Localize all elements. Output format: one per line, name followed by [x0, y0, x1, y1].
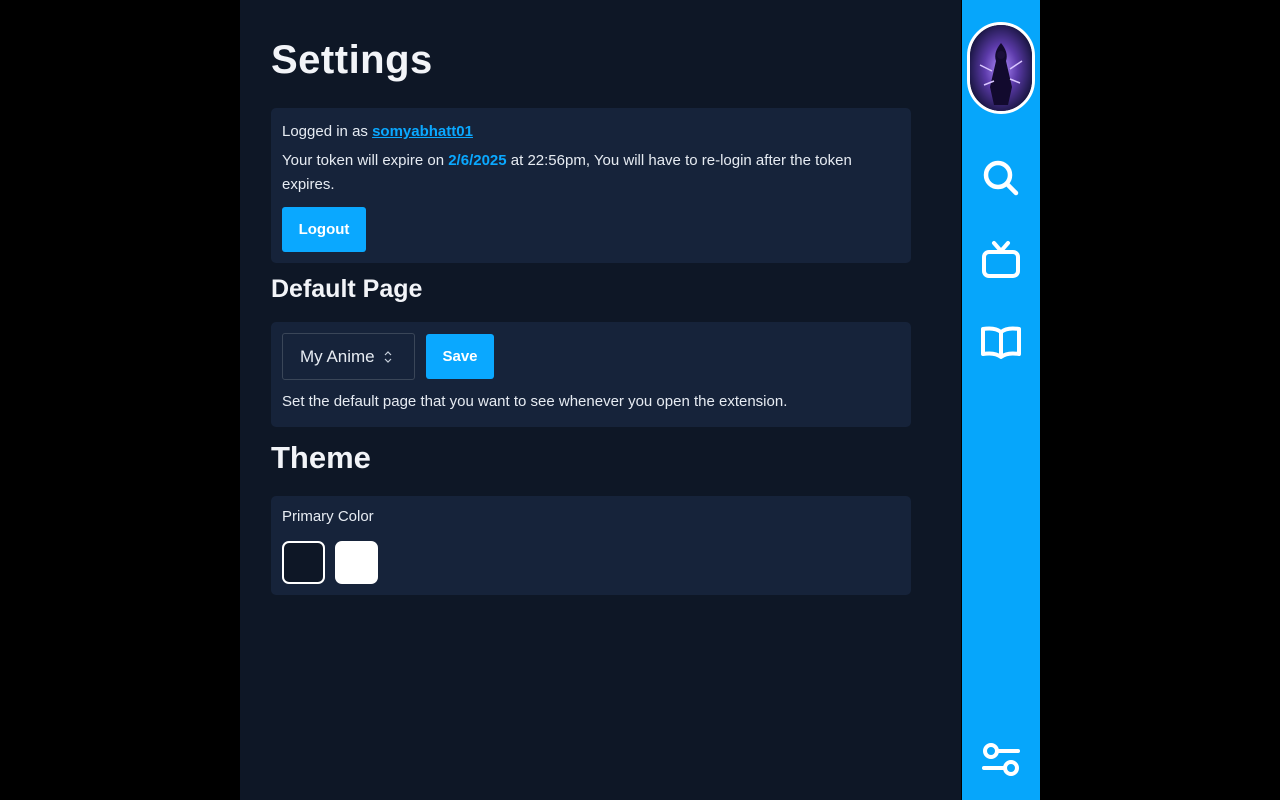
settings-sliders-icon[interactable]	[979, 738, 1023, 782]
select-arrows-icon	[384, 351, 392, 363]
color-swatch-dark[interactable]	[282, 541, 325, 584]
settings-panel: Settings Logged in as somyabhatt01 Your …	[240, 0, 962, 800]
book-icon[interactable]	[979, 320, 1023, 364]
default-page-heading: Default Page	[271, 275, 423, 303]
logged-in-prefix: Logged in as	[282, 123, 373, 140]
search-icon[interactable]	[979, 156, 1023, 200]
logout-button[interactable]: Logout	[282, 207, 366, 252]
page-title: Settings	[271, 38, 433, 82]
account-card: Logged in as somyabhatt01 Your token wil…	[271, 108, 911, 263]
token-expiry-line: Your token will expire on 2/6/2025 at 22…	[282, 149, 900, 197]
sidebar	[962, 0, 1040, 800]
default-page-selected: My Anime	[300, 346, 375, 366]
default-page-select[interactable]: My Anime	[282, 333, 415, 380]
avatar[interactable]	[967, 22, 1036, 114]
logged-in-line: Logged in as somyabhatt01	[282, 120, 900, 144]
save-button[interactable]: Save	[426, 334, 494, 379]
primary-color-label: Primary Color	[282, 508, 374, 525]
token-prefix: Your token will expire on	[282, 152, 449, 169]
theme-card: Primary Color	[271, 496, 911, 595]
avatar-image	[970, 25, 1033, 111]
default-page-help: Set the default page that you want to se…	[282, 393, 788, 410]
tv-icon[interactable]	[979, 238, 1023, 282]
color-swatch-light[interactable]	[335, 541, 378, 584]
username-link[interactable]: somyabhatt01	[372, 123, 473, 140]
theme-heading: Theme	[271, 440, 371, 475]
default-page-card: My Anime Save Set the default page that …	[271, 322, 911, 427]
extension-frame: Settings Logged in as somyabhatt01 Your …	[240, 0, 1040, 800]
token-date: 2/6/2025	[448, 152, 507, 169]
